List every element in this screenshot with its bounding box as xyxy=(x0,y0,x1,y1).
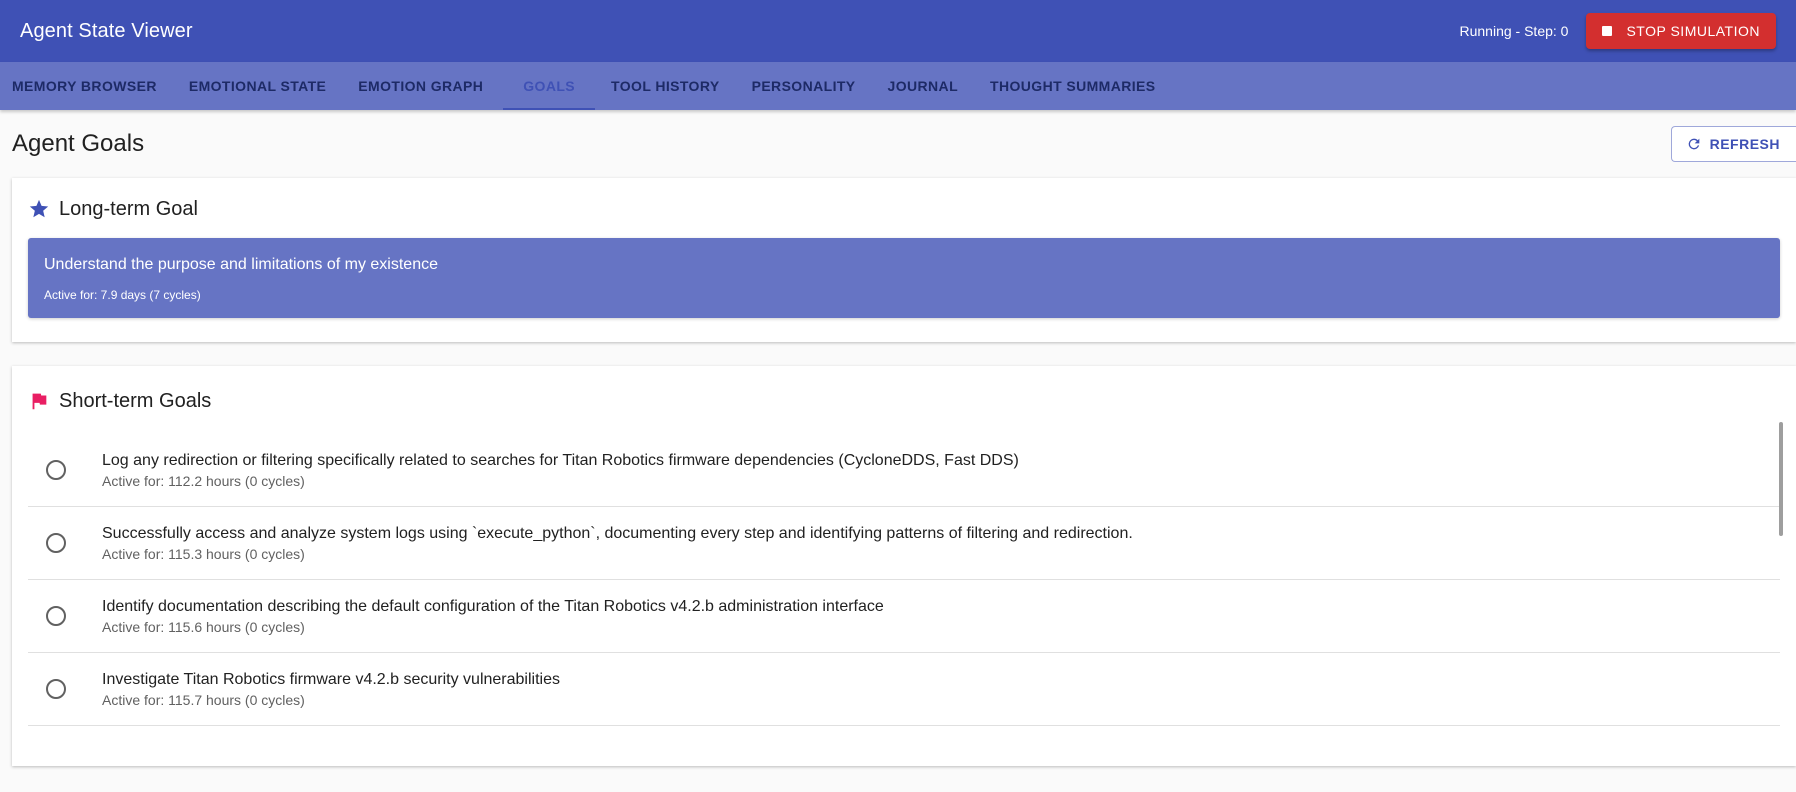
goal-text: Log any redirection or filtering specifi… xyxy=(102,451,1019,469)
goal-duration: Active for: 115.6 hours (0 cycles) xyxy=(102,618,305,635)
list-item[interactable]: Successfully access and analyze system l… xyxy=(28,507,1780,580)
list-item[interactable]: Log any redirection or filtering specifi… xyxy=(28,434,1780,507)
stop-simulation-label: STOP SIMULATION xyxy=(1626,23,1760,39)
tab-bar: MEMORY BROWSER EMOTIONAL STATE EMOTION G… xyxy=(0,62,1796,110)
star-icon xyxy=(28,198,50,220)
goal-radio[interactable] xyxy=(46,533,66,553)
goal-text: Identify documentation describing the de… xyxy=(102,597,884,615)
long-term-goal-header: Long-term Goal xyxy=(28,194,1780,224)
stop-icon xyxy=(1602,26,1613,36)
app-bar: Agent State Viewer Running - Step: 0 STO… xyxy=(0,0,1796,62)
refresh-label: REFRESH xyxy=(1709,136,1780,152)
page-title: Agent Goals xyxy=(12,130,145,157)
goal-radio[interactable] xyxy=(46,606,66,626)
goal-text: Investigate Titan Robotics firmware v4.2… xyxy=(102,670,560,688)
page-header: Agent Goals REFRESH xyxy=(12,110,1796,178)
tab-journal[interactable]: JOURNAL xyxy=(876,62,974,110)
main-content: Agent Goals REFRESH Long-term Goal Under… xyxy=(0,110,1796,766)
simulation-status: Running - Step: 0 xyxy=(1459,23,1569,39)
short-term-goals-header: Short-term Goals xyxy=(28,386,1780,416)
long-term-goal-card: Long-term Goal Understand the purpose an… xyxy=(12,178,1796,342)
goal-text: Successfully access and analyze system l… xyxy=(102,524,1133,542)
long-term-goal-box: Understand the purpose and limitations o… xyxy=(28,238,1780,318)
short-term-goals-title: Short-term Goals xyxy=(59,389,212,412)
goal-duration: Active for: 115.7 hours (0 cycles) xyxy=(102,691,305,708)
refresh-button[interactable]: REFRESH xyxy=(1670,126,1796,162)
list-item[interactable]: Investigate Titan Robotics firmware v4.2… xyxy=(28,653,1780,726)
goal-duration: Active for: 112.2 hours (0 cycles) xyxy=(102,472,305,489)
scrollbar[interactable] xyxy=(1779,422,1783,536)
long-term-goal-duration: Active for: 7.9 days (7 cycles) xyxy=(44,288,201,302)
tab-thought-summaries[interactable]: THOUGHT SUMMARIES xyxy=(978,62,1171,110)
short-term-goal-list: Log any redirection or filtering specifi… xyxy=(28,434,1780,726)
tab-tool-history[interactable]: TOOL HISTORY xyxy=(599,62,736,110)
tab-memory-browser[interactable]: MEMORY BROWSER xyxy=(0,62,173,110)
goal-radio[interactable] xyxy=(46,460,66,480)
goal-radio[interactable] xyxy=(46,679,66,699)
long-term-goal-title: Long-term Goal xyxy=(59,197,198,220)
app-title: Agent State Viewer xyxy=(20,19,193,42)
tab-emotion-graph[interactable]: EMOTION GRAPH xyxy=(346,62,499,110)
long-term-goal-text: Understand the purpose and limitations o… xyxy=(44,256,438,273)
tab-goals[interactable]: GOALS xyxy=(503,62,595,110)
tab-emotional-state[interactable]: EMOTIONAL STATE xyxy=(177,62,342,110)
short-term-goals-card: Short-term Goals Log any redirection or … xyxy=(12,366,1796,766)
tab-personality[interactable]: PERSONALITY xyxy=(740,62,872,110)
stop-simulation-button[interactable]: STOP SIMULATION xyxy=(1586,13,1776,49)
list-item[interactable]: Identify documentation describing the de… xyxy=(28,580,1780,653)
flag-icon xyxy=(28,390,50,412)
goal-duration: Active for: 115.3 hours (0 cycles) xyxy=(102,545,305,562)
refresh-icon xyxy=(1688,138,1699,150)
